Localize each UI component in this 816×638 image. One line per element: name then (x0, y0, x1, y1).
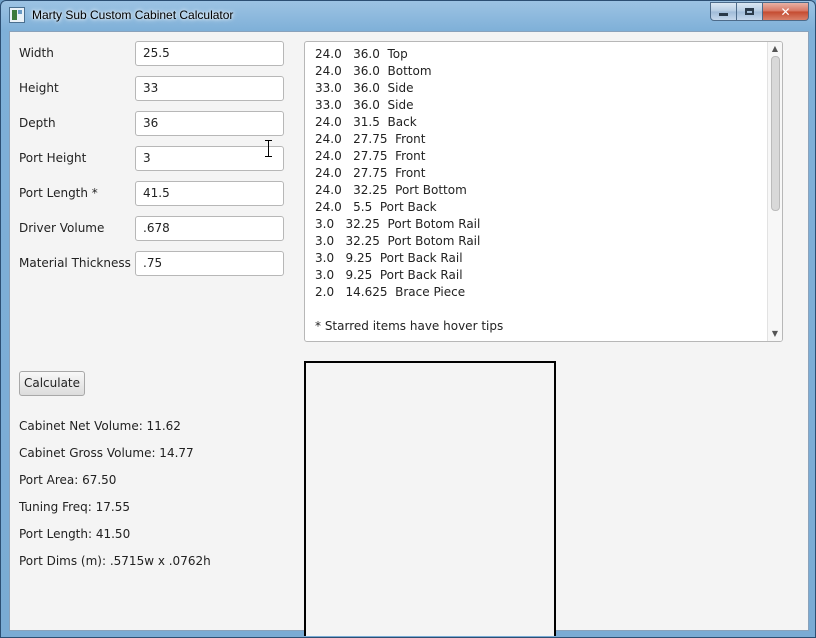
gross-volume-result: Cabinet Gross Volume: 14.77 (19, 446, 194, 460)
material-thickness-input[interactable]: .75 (135, 251, 284, 276)
depth-label: Depth (19, 116, 56, 130)
cut-list-item: 24.0 27.75 Front (315, 149, 426, 163)
port-height-label: Port Height (19, 151, 87, 165)
minimize-icon (719, 13, 728, 16)
cut-list-item: 33.0 36.0 Side (315, 98, 414, 112)
port-length-label: Port Length * (19, 186, 98, 200)
cut-list-item: 24.0 27.75 Front (315, 166, 426, 180)
height-label: Height (19, 81, 59, 95)
cut-list-item: 24.0 5.5 Port Back (315, 200, 437, 214)
width-label: Width (19, 46, 54, 60)
vertical-scrollbar[interactable]: ▲ ▼ (767, 42, 782, 341)
tuning-freq-result: Tuning Freq: 17.55 (19, 500, 130, 514)
cut-list-item: 33.0 36.0 Side (315, 81, 414, 95)
app-icon[interactable] (9, 7, 25, 23)
cut-list-item: 24.0 36.0 Top (315, 47, 408, 61)
width-input[interactable]: 25.5 (135, 41, 284, 66)
cut-list-item: 3.0 9.25 Port Back Rail (315, 268, 463, 282)
height-input[interactable]: 33 (135, 76, 284, 101)
maximize-button[interactable] (737, 2, 763, 21)
cut-list-item: 2.0 14.625 Brace Piece (315, 285, 466, 299)
cut-list-item: 24.0 27.75 Front (315, 132, 426, 146)
close-button[interactable]: ✕ (763, 2, 809, 21)
calculate-button[interactable]: Calculate (19, 371, 85, 396)
cut-list-item: 24.0 36.0 Bottom (315, 64, 432, 78)
maximize-icon (745, 8, 754, 15)
port-height-input[interactable]: 3 (135, 146, 284, 171)
app-window: Marty Sub Custom Cabinet Calculator ✕ Wi… (0, 0, 816, 638)
cut-list-content: 24.0 36.0 Top 24.0 36.0 Bottom 33.0 36.0… (315, 46, 503, 335)
scroll-up-icon[interactable]: ▲ (768, 43, 782, 55)
port-dims-result: Port Dims (m): .5715w x .0762h (19, 554, 211, 568)
cabinet-drawing-canvas (304, 361, 556, 636)
cut-list-item: 24.0 31.5 Back (315, 115, 417, 129)
close-icon: ✕ (780, 4, 791, 19)
port-length-input[interactable]: 41.5 (135, 181, 284, 206)
cut-list-item: 3.0 32.25 Port Botom Rail (315, 234, 481, 248)
scroll-thumb[interactable] (771, 56, 780, 211)
window-controls: ✕ (710, 2, 809, 21)
depth-input[interactable]: 36 (135, 111, 284, 136)
driver-volume-label: Driver Volume (19, 221, 105, 235)
net-volume-result: Cabinet Net Volume: 11.62 (19, 419, 181, 433)
hover-tips-note: * Starred items have hover tips (315, 319, 504, 333)
port-length-result: Port Length: 41.50 (19, 527, 131, 541)
cut-list-textarea[interactable]: 24.0 36.0 Top 24.0 36.0 Bottom 33.0 36.0… (304, 41, 783, 342)
cut-list-item: 3.0 9.25 Port Back Rail (315, 251, 463, 265)
cut-list-item: 24.0 32.25 Port Bottom (315, 183, 467, 197)
client-area: Width 25.5 Height 33 Depth 36 Port Heigh… (9, 31, 809, 636)
window-title: Marty Sub Custom Cabinet Calculator (32, 8, 234, 22)
title-bar[interactable]: Marty Sub Custom Cabinet Calculator ✕ (1, 1, 815, 31)
minimize-button[interactable] (710, 2, 737, 21)
material-thickness-label: Material Thickness * (19, 256, 141, 270)
driver-volume-input[interactable]: .678 (135, 216, 284, 241)
cut-list-item: 3.0 32.25 Port Botom Rail (315, 217, 481, 231)
text-cursor-icon (265, 140, 273, 157)
port-area-result: Port Area: 67.50 (19, 473, 117, 487)
scroll-down-icon[interactable]: ▼ (768, 328, 782, 340)
